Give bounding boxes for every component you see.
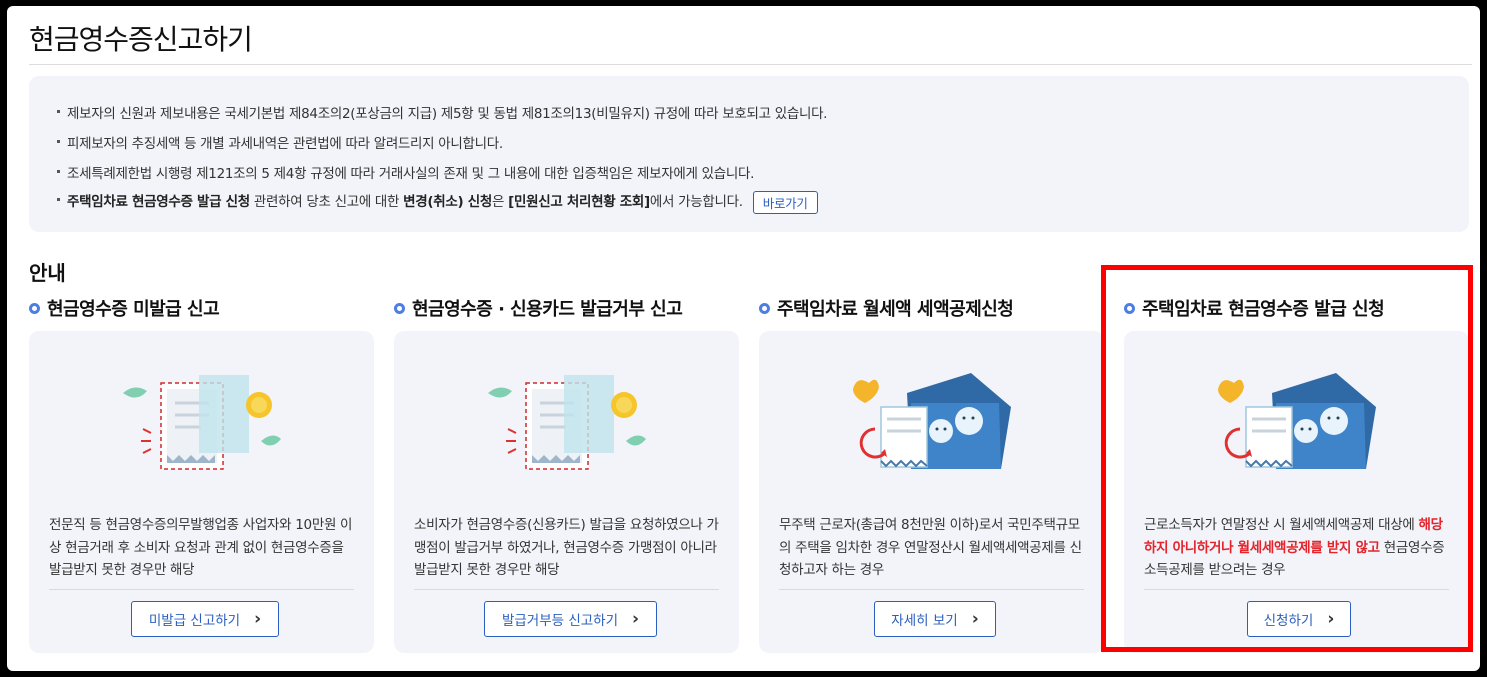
button-label: 자세히 보기 [891, 613, 958, 629]
chevron-right-icon: › [971, 609, 979, 629]
card-heading-text: 현금영수증 미발급 신고 [47, 299, 220, 320]
card-divider [1144, 589, 1449, 590]
card-divider [414, 589, 719, 590]
card-heading-refusal: 현금영수증 · 신용카드 발급거부 신고 [394, 295, 683, 321]
notice-item: 피제보자의 추징세액 등 개별 과세내역은 관련법에 따라 알려드리지 아니합니… [57, 132, 503, 152]
guide-heading: 안내 [29, 261, 66, 285]
card-description: 무주택 근로자(총급여 8천만원 이하)로서 국민주택규모의 주택을 임차한 경… [779, 517, 1082, 578]
card-text-part: 근로소득자가 연말정산 시 월세액세액공제 대상에 [1144, 517, 1419, 533]
card-heading-rent-deduction: 주택임차료 월세액 세액공제신청 [759, 295, 1014, 321]
notice-emphasis: 주택임차료 현금영수증 발급 신청 [67, 194, 250, 210]
button-label: 미발급 신고하기 [148, 613, 241, 629]
bullet-icon [57, 139, 60, 143]
notice-item: 제보자의 신원과 제보내용은 국세기본법 제84조의2(포상금의 지급) 제5항… [57, 102, 827, 122]
card-divider [49, 589, 354, 590]
notice-item: 주택임차료 현금영수증 발급 신청 관련하여 당초 신고에 대한 변경(취소) … [57, 190, 818, 214]
notice-text: 제보자의 신원과 제보내용은 국세기본법 제84조의2(포상금의 지급) 제5항… [67, 106, 828, 122]
rent-illustration-icon [853, 373, 1011, 469]
notice-text: 관련하여 당초 신고에 대한 [249, 194, 404, 210]
details-button[interactable]: 자세히 보기 › [874, 601, 996, 637]
button-label: 발급거부등 신고하기 [501, 613, 619, 629]
notice-text: 은 [492, 194, 509, 210]
receipt-illustration-icon [123, 375, 281, 470]
notice-emphasis: 변경(취소) 신청 [403, 194, 493, 210]
receipt-illustration-icon [488, 375, 646, 470]
card-rent-deduction: 무주택 근로자(총급여 8천만원 이하)로서 국민주택규모의 주택을 임차한 경… [759, 331, 1104, 653]
card-heading-text: 주택임차료 현금영수증 발급 신청 [1142, 299, 1385, 320]
card-refusal: 소비자가 현금영수증(신용카드) 발급을 요청하였으나 가맹점이 발급거부 하였… [394, 331, 739, 653]
notice-item: 조세특례제한법 시행령 제121조의 5 제4항 규정에 따라 거래사실의 존재… [57, 162, 754, 182]
card-description: 소비자가 현금영수증(신용카드) 발급을 요청하였으나 가맹점이 발급거부 하였… [414, 517, 719, 578]
bullet-icon [57, 197, 60, 201]
chevron-right-icon: › [632, 609, 640, 629]
notice-text: 피제보자의 추징세액 등 개별 과세내역은 관련법에 따라 알려드리지 아니합니… [67, 136, 503, 152]
bullet-icon [57, 109, 60, 113]
card-divider [779, 589, 1084, 590]
card-heading-text: 주택임차료 월세액 세액공제신청 [777, 299, 1014, 320]
refusal-report-button[interactable]: 발급거부등 신고하기 › [484, 601, 657, 637]
card-heading-rent-receipt: 주택임차료 현금영수증 발급 신청 [1124, 295, 1385, 321]
ring-bullet-icon [394, 302, 405, 314]
rent-illustration-icon [1218, 373, 1376, 469]
chevron-right-icon: › [254, 609, 262, 629]
card-unissued: 전문직 등 현금영수증의무발행업종 사업자와 10만원 이상 현금거래 후 소비… [29, 331, 374, 653]
ring-bullet-icon [29, 302, 40, 314]
card-description: 전문직 등 현금영수증의무발행업종 사업자와 10만원 이상 현금거래 후 소비… [49, 517, 353, 578]
bullet-icon [57, 169, 60, 173]
card-description: 근로소득자가 연말정산 시 월세액세액공제 대상에 해당하지 아니하거나 월세세… [1144, 514, 1454, 582]
notice-box: 제보자의 신원과 제보내용은 국세기본법 제84조의2(포상금의 지급) 제5항… [29, 76, 1469, 232]
card-rent-receipt: 근로소득자가 연말정산 시 월세액세액공제 대상에 해당하지 아니하거나 월세세… [1124, 331, 1469, 653]
notice-emphasis: [민원신고 처리현황 조회] [508, 194, 650, 210]
notice-text: 조세특례제한법 시행령 제121조의 5 제4항 규정에 따라 거래사실의 존재… [67, 166, 755, 182]
title-divider [29, 64, 1472, 65]
button-label: 신청하기 [1263, 613, 1314, 629]
ring-bullet-icon [1124, 302, 1135, 314]
apply-button[interactable]: 신청하기 › [1247, 601, 1351, 637]
card-heading-unissued: 현금영수증 미발급 신고 [29, 295, 220, 321]
page-title: 현금영수증신고하기 [29, 23, 253, 56]
ring-bullet-icon [759, 302, 770, 314]
main-window: 현금영수증신고하기 제보자의 신원과 제보내용은 국세기본법 제84조의2(포상… [7, 6, 1480, 671]
card-heading-text: 현금영수증 · 신용카드 발급거부 신고 [412, 299, 683, 320]
goto-button[interactable]: 바로가기 [752, 190, 818, 214]
chevron-right-icon: › [1327, 609, 1335, 629]
notice-text: 에서 가능합니다. [649, 194, 743, 210]
unissued-report-button[interactable]: 미발급 신고하기 › [131, 601, 279, 637]
